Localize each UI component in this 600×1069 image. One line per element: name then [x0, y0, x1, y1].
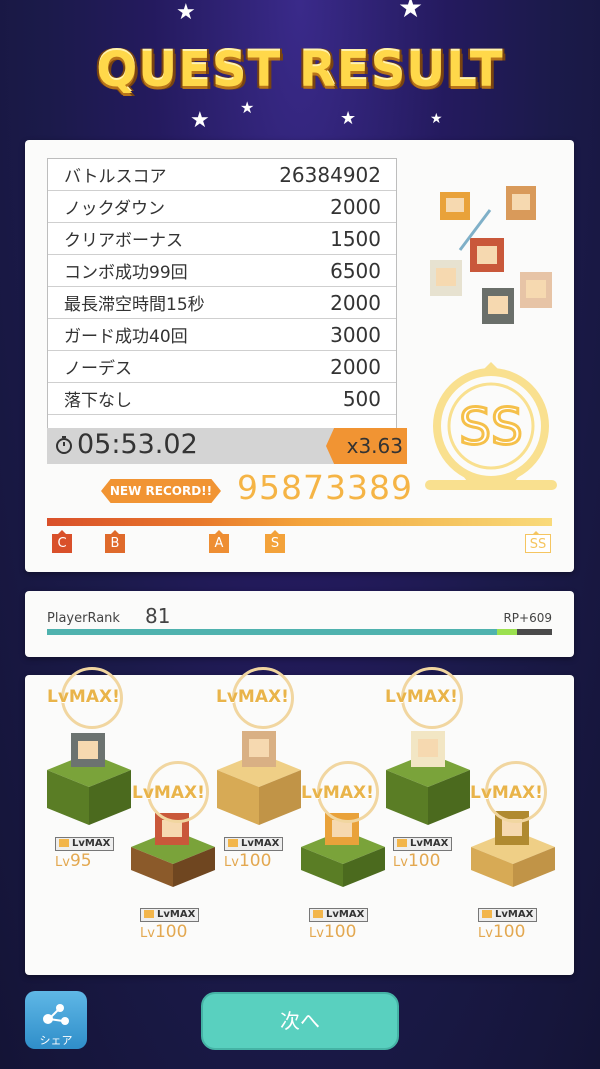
star-decoration: ★	[340, 108, 357, 129]
star-decoration: ★	[240, 98, 255, 117]
party-sprites	[430, 186, 552, 324]
rank-progress-bar	[47, 629, 552, 635]
star-decoration: ★	[190, 108, 210, 133]
rank-mark-a: A	[209, 530, 229, 553]
lvmax-badge: LvMAX	[309, 908, 369, 922]
lvmax-label: LvMAX!	[216, 687, 289, 707]
share-icon	[43, 1004, 69, 1025]
player-rank-label: PlayerRank	[47, 611, 120, 626]
score-breakdown-list: バトルスコア 26384902 ノックダウン 2000 クリアボーナス 1500 コン…	[47, 158, 397, 430]
score-multiplier: x3.63	[326, 428, 407, 464]
score-row: ガード成功40回 3000	[48, 319, 396, 351]
party-level-panel: LvMAX! LvMAX Lv95 LvMAX! LvMAX Lv100 LvM…	[25, 667, 574, 975]
lvmax-label: LvMAX!	[47, 687, 120, 707]
rank-points-gain: RP+609	[503, 611, 552, 625]
next-button[interactable]: 次へ	[201, 992, 399, 1050]
star-decoration: ★	[430, 111, 443, 127]
lvmax-label: LvMAX!	[385, 687, 458, 707]
score-row: バトルスコア 26384902	[48, 159, 396, 191]
score-row: 最長滞空時間15秒 2000	[48, 287, 396, 319]
page-title: QUEST RESULT	[96, 42, 504, 98]
rank-mark-b: B	[105, 530, 125, 553]
player-rank-panel: PlayerRank 81 RP+609	[25, 591, 574, 657]
star-decoration: ★	[176, 0, 196, 25]
lvmax-badge: LvMAX	[393, 837, 453, 851]
lvmax-badge: LvMAX	[140, 908, 200, 922]
character-level: Lv95	[55, 851, 92, 871]
rank-progress-gain	[497, 629, 517, 635]
clear-time: 05:53.02	[77, 429, 198, 460]
character-level: Lv100	[140, 922, 188, 942]
score-row: コンボ成功99回 6500	[48, 255, 396, 287]
rank-progress-remaining	[517, 629, 552, 635]
share-button[interactable]: シェア	[25, 991, 87, 1049]
character-level: Lv100	[309, 922, 357, 942]
character-level: Lv100	[224, 851, 272, 871]
stopwatch-icon	[56, 436, 72, 454]
lvmax-label: LvMAX!	[132, 783, 205, 803]
score-row: ノックダウン 2000	[48, 191, 396, 223]
rank-emblem: SS	[425, 362, 557, 490]
lvmax-label: LvMAX!	[301, 783, 374, 803]
lvmax-label: LvMAX!	[470, 783, 543, 803]
character-level: Lv100	[478, 922, 526, 942]
lvmax-badge: LvMAX	[478, 908, 538, 922]
score-row: 落下なし 500	[48, 383, 396, 415]
character-level: Lv100	[393, 851, 441, 871]
score-row: クリアボーナス 1500	[48, 223, 396, 255]
total-score: 95873389	[237, 468, 413, 507]
new-record-badge: NEW RECORD!!	[101, 479, 221, 503]
rank-mark-c: C	[52, 530, 72, 553]
rank-gauge	[47, 518, 552, 526]
rank-mark-s: S	[265, 530, 285, 553]
result-panel: バトルスコア 26384902 ノックダウン 2000 クリアボーナス 1500 コン…	[25, 140, 574, 572]
rank-letter: SS	[459, 398, 522, 456]
lvmax-badge: LvMAX	[224, 837, 284, 851]
rank-mark-ss: SS	[525, 531, 551, 553]
star-decoration: ★	[398, 0, 424, 24]
share-label: シェア	[39, 1034, 73, 1047]
score-row: ノーデス 2000	[48, 351, 396, 383]
lvmax-badge: LvMAX	[55, 837, 115, 851]
player-rank-value: 81	[145, 604, 171, 628]
